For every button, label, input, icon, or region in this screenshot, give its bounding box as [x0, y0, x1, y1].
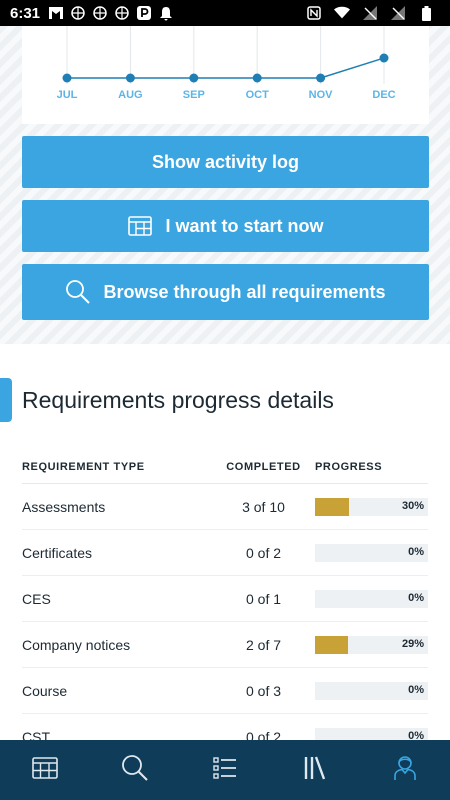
status-right-icons [306, 5, 440, 21]
chart-point [189, 73, 199, 83]
show-activity-log-button[interactable]: Show activity log [22, 136, 429, 188]
progress-bar: 30% [315, 497, 428, 516]
library-icon [303, 755, 327, 786]
requirements-table: REQUIREMENT TYPE COMPLETED PROGRESS Asse… [22, 450, 428, 760]
globe-icon [70, 5, 86, 21]
browse-requirements-button[interactable]: Browse through all requirements [22, 264, 429, 320]
gmail-icon [48, 5, 64, 21]
header-requirement-type: REQUIREMENT TYPE [22, 460, 145, 473]
progress-bar: 0% [315, 543, 428, 562]
progress-bar: 29% [315, 635, 428, 654]
nav-search[interactable] [105, 740, 165, 800]
progress-fill [315, 635, 348, 654]
row-type: Assessments [22, 498, 106, 515]
nav-list[interactable] [195, 740, 255, 800]
section-marker [0, 378, 12, 422]
chart-month-label: DEC [372, 89, 395, 101]
status-bar: 6:31 [0, 0, 450, 26]
table-header: REQUIREMENT TYPE COMPLETED PROGRESS [22, 450, 428, 484]
row-type: CES [22, 590, 51, 607]
battery-icon [418, 5, 434, 21]
start-now-label: I want to start now [165, 215, 324, 236]
nav-library[interactable] [285, 740, 345, 800]
chart-month-label: OCT [246, 89, 270, 101]
progress-bar: 0% [315, 589, 428, 608]
status-time: 6:31 [10, 4, 41, 22]
row-completed: 0 of 1 [245, 590, 282, 607]
chart-point [316, 73, 326, 83]
chart-month-label: AUG [118, 89, 142, 101]
signal-off-icon [390, 5, 406, 21]
activity-chart-card: JUL AUG SEP OCT NOV DEC [22, 26, 429, 124]
nav-profile[interactable] [375, 740, 435, 800]
chart-point [252, 73, 262, 83]
activity-panel: JUL AUG SEP OCT NOV DEC Show activity log I w… [0, 26, 450, 344]
header-completed: COMPLETED [226, 460, 301, 473]
nav-dashboard[interactable] [15, 740, 75, 800]
progress-label: 0% [408, 683, 424, 696]
progress-fill [315, 497, 349, 516]
section-title: Requirements progress details [22, 387, 334, 413]
row-completed: 0 of 3 [245, 682, 282, 699]
bottom-nav [0, 740, 450, 800]
start-now-button[interactable]: I want to start now [22, 200, 429, 252]
progress-label: 0% [408, 591, 424, 604]
row-completed: 3 of 10 [242, 498, 285, 515]
bell-icon [158, 5, 174, 21]
table-row[interactable]: CES 0 of 1 0% [22, 576, 428, 622]
parking-icon [136, 5, 152, 21]
dashboard-icon [32, 756, 58, 784]
activity-chart: JUL AUG SEP OCT NOV DEC [57, 26, 396, 101]
chart-month-label: NOV [309, 89, 334, 101]
list-icon [213, 756, 237, 785]
browse-requirements-label: Browse through all requirements [103, 281, 386, 302]
table-row[interactable]: Certificates 0 of 2 0% [22, 530, 428, 576]
progress-label: 29% [401, 637, 424, 650]
row-type: Company notices [22, 636, 131, 653]
chart-month-label: SEP [183, 89, 205, 101]
row-type: Certificates [22, 544, 93, 561]
dashboard-icon [127, 213, 153, 239]
search-icon [121, 754, 149, 787]
progress-bar: 0% [315, 681, 428, 700]
globe-icon [92, 5, 108, 21]
profile-icon [393, 755, 417, 786]
row-completed: 0 of 2 [245, 544, 282, 561]
signal-off-icon [362, 5, 378, 21]
table-row[interactable]: Course 0 of 3 0% [22, 668, 428, 714]
chart-point [125, 73, 135, 83]
row-type: Course [22, 682, 68, 699]
progress-label: 0% [408, 545, 424, 558]
progress-label: 30% [401, 499, 424, 512]
chart-month-label: JUL [57, 89, 78, 101]
table-row[interactable]: Assessments 3 of 10 30% [22, 484, 428, 530]
globe-icon [114, 5, 130, 21]
chart-series-line [67, 57, 385, 79]
search-icon [65, 279, 91, 305]
chart-point [379, 53, 389, 63]
row-completed: 2 of 7 [245, 636, 282, 653]
wifi-icon [334, 5, 350, 21]
table-row[interactable]: Company notices 2 of 7 29% [22, 622, 428, 668]
chart-point [62, 73, 72, 83]
nfc-icon [306, 5, 322, 21]
show-activity-log-label: Show activity log [151, 151, 300, 172]
header-progress: PROGRESS [315, 460, 383, 473]
